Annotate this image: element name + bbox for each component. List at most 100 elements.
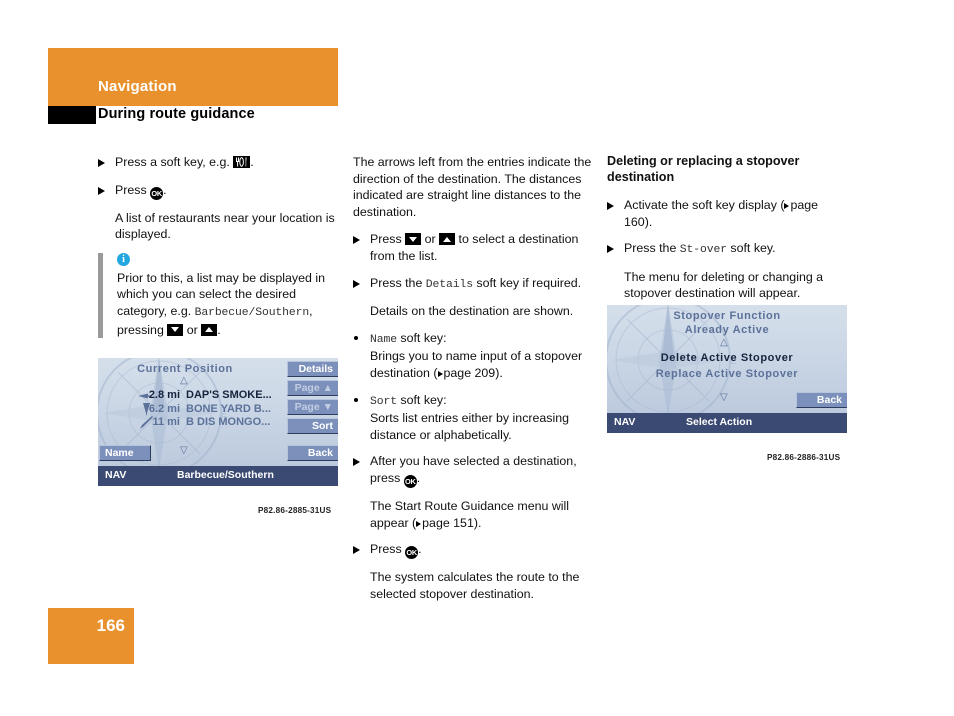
ok-button-icon: OK <box>405 546 419 560</box>
definition-label: soft key: <box>400 392 447 407</box>
subheading-deleting-replacing: Deleting or replacing a stopover destina… <box>607 154 800 184</box>
instruction-text-end: to select a destination from the list. <box>370 232 579 263</box>
result-stopover-menu: The menu for deleting or changing a stop… <box>624 269 824 301</box>
note-sidebar <box>98 252 103 339</box>
dot-bullet-icon <box>353 330 370 382</box>
result-start-route-guidance: The Start Route Guidance menu will appea… <box>370 498 595 531</box>
status-action-label: Select Action <box>686 416 753 428</box>
scroll-up-caret-icon: △ <box>180 375 188 386</box>
instruction-text-end: . <box>250 155 254 169</box>
nav-status-bar: NAV Barbecue/Southern <box>98 466 338 486</box>
column-three: Deleting or replacing a stopover destina… <box>607 154 849 312</box>
column-two: The arrows left from the entries indicat… <box>353 154 595 612</box>
down-arrow-key-icon <box>167 323 184 336</box>
instruction-text-end: soft key. <box>730 241 776 256</box>
softkey-back[interactable]: Back <box>796 392 847 408</box>
instruction-text-end: ). <box>644 214 653 229</box>
instruction-after-selected-press-ok: After you have selected a destination, p… <box>353 453 595 488</box>
softkey-back[interactable]: Back <box>287 445 338 461</box>
entry-distance: 2.8 mi <box>148 389 180 401</box>
triangle-bullet-icon <box>353 541 370 559</box>
page-reference: page 151 <box>422 515 474 530</box>
note-text-part3: . <box>217 322 221 337</box>
instruction-text-end: . <box>163 182 167 197</box>
instruction-text: Press <box>370 542 402 557</box>
nav-screenshot-stopover-menu: N S E W Stopover Function Already Active… <box>607 305 847 433</box>
note-text-or: or <box>186 322 198 337</box>
instruction-text-end: . <box>416 470 421 485</box>
figure-caption-1: P82.86-2885-31US <box>258 506 332 515</box>
scroll-down-caret-icon: ▽ <box>720 392 728 403</box>
instruction-press-ok-2: Press OK. <box>353 541 595 560</box>
result-route-calculated: The system calculates the route to the s… <box>370 570 580 601</box>
definition-label: soft key: <box>400 330 447 345</box>
instruction-text: Press <box>115 182 147 197</box>
note-text: Prior to this, a list may be displayed i… <box>117 270 340 338</box>
triangle-bullet-icon <box>353 231 370 264</box>
menu-item-replace-active-stopover[interactable]: Replace Active Stopover <box>607 368 847 380</box>
entry-distance: 11 mi <box>152 416 180 428</box>
softkey-name-sort: Sort <box>370 395 397 408</box>
triangle-bullet-icon <box>353 275 370 294</box>
restaurant-soft-key-icon <box>233 156 251 168</box>
instruction-press-details: Press the Details soft key if required. <box>353 275 595 294</box>
entry-name: B DIS MONGO... <box>186 416 271 428</box>
menu-item-delete-active-stopover[interactable]: Delete Active Stopover <box>607 352 847 364</box>
softkey-page-down[interactable]: Page ▼ <box>287 399 338 415</box>
instruction-text-end: soft key if required. <box>476 275 582 290</box>
manual-page: Navigation During route guidance Press a… <box>0 0 954 716</box>
page-ref-icon <box>416 520 422 527</box>
up-arrow-key-icon <box>201 323 218 336</box>
page-ref-icon <box>437 370 443 377</box>
definition-name-softkey: Name soft key: Brings you to name input … <box>353 330 595 382</box>
softkey-page-up[interactable]: Page ▲ <box>287 380 338 396</box>
entry-name: BONE YARD B... <box>186 403 271 415</box>
ok-button-icon: OK <box>403 474 417 488</box>
info-note: i Prior to this, a list may be displayed… <box>98 252 340 339</box>
instruction-text-or: or <box>424 232 436 247</box>
triangle-bullet-icon <box>353 453 370 488</box>
ok-button-icon: OK <box>150 186 164 200</box>
definition-body: Sorts list entries either by increasing … <box>370 411 570 442</box>
definition-body-end: ). <box>495 365 503 380</box>
down-arrow-key-icon <box>405 233 422 246</box>
softkey-details[interactable]: Details <box>287 361 338 377</box>
up-arrow-key-icon <box>439 233 456 246</box>
figure-caption-2: P82.86-2886-31US <box>767 453 841 462</box>
instruction-text: Press the <box>370 275 423 290</box>
triangle-bullet-icon <box>607 240 624 259</box>
column-one: Press a soft key, e.g. . Press OK. A lis… <box>98 154 340 344</box>
status-nav-label: NAV <box>105 469 127 481</box>
dot-bullet-icon <box>353 392 370 444</box>
triangle-bullet-icon <box>607 197 624 230</box>
result-text-restaurant-list: A list of restaurants near your location… <box>115 210 335 242</box>
screen-title-current-position: Current Position <box>137 363 233 375</box>
softkey-sort[interactable]: Sort <box>287 418 338 434</box>
section-header-band: Navigation <box>48 48 338 106</box>
page-reference: page 209 <box>443 365 496 380</box>
page-ref-icon <box>784 203 790 209</box>
instruction-text: Press a soft key, e.g. <box>115 155 230 169</box>
instruction-select-destination: Press or to select a destination from th… <box>353 231 595 264</box>
softkey-name[interactable]: Name <box>99 445 151 461</box>
svg-text:W: W <box>98 409 99 419</box>
instruction-text: Press <box>370 232 402 247</box>
softkey-name-details: Details <box>425 278 473 291</box>
nav-status-bar: NAV Select Action <box>607 413 847 433</box>
instruction-text: After you have selected a destination, p… <box>370 454 577 485</box>
triangle-bullet-icon <box>98 182 115 200</box>
instruction-text: Activate the soft key display ( <box>624 198 785 212</box>
entry-name: DAP'S SMOKE... <box>186 389 272 401</box>
subsection-title: During route guidance <box>98 106 255 122</box>
info-icon: i <box>117 252 130 266</box>
entry-distance: 6.2 mi <box>148 403 180 415</box>
section-title: Navigation <box>98 78 177 95</box>
instruction-text: Press the <box>624 241 677 256</box>
instruction-text-end: . <box>418 542 422 557</box>
definition-sort-softkey: Sort soft key: Sorts list entries either… <box>353 392 595 444</box>
header-black-marker <box>48 106 96 124</box>
nav-screenshot-destination-list: N S E W Current Position △ 2.8 mi DAP'S … <box>98 358 338 486</box>
result-details-shown: Details on the destination are shown. <box>370 304 574 319</box>
status-category-label: Barbecue/Southern <box>177 469 274 481</box>
instruction-press-st-over: Press the St-over soft key. <box>607 240 849 259</box>
